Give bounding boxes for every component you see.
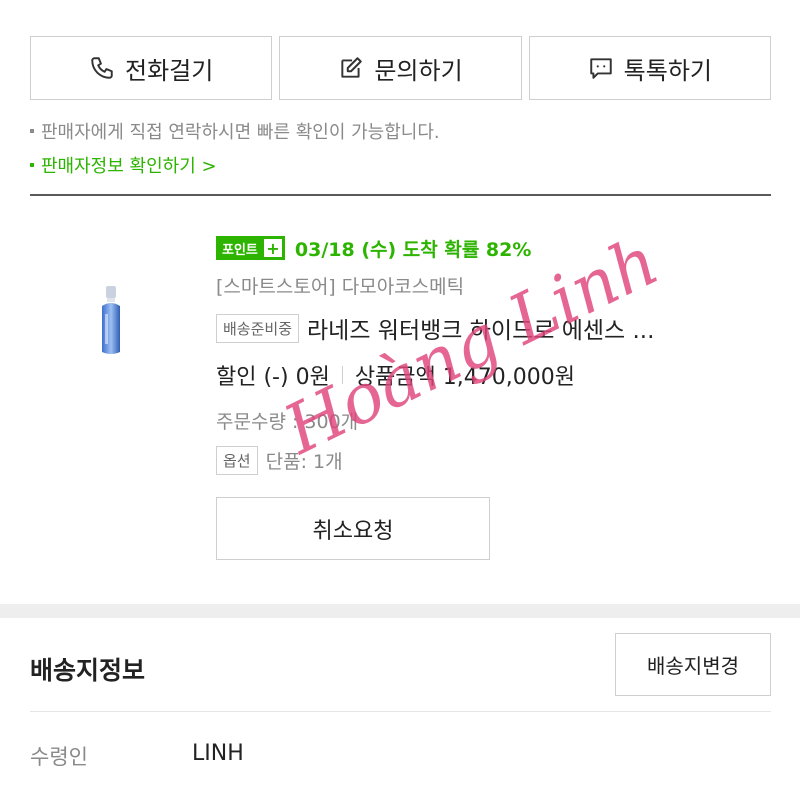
- plus-icon: +: [263, 239, 282, 258]
- shipping-info-title: 배송지정보: [30, 656, 146, 685]
- arrival-row: 포인트 + 03/18 (수) 도착 확률 82%: [216, 234, 771, 262]
- talk-button-label: 톡톡하기: [623, 56, 712, 85]
- direct-contact-notice: 판매자에게 직접 연락하시면 빠른 확인이 가능합니다.: [30, 118, 440, 144]
- call-button[interactable]: 전화걸기: [30, 36, 273, 100]
- discount-text: 할인 (-) 0원: [216, 365, 330, 390]
- inquiry-button-label: 문의하기: [374, 56, 463, 85]
- seller-contact-buttons: 전화걸기 문의하기 톡톡하기: [30, 36, 771, 100]
- option-value: 단품: 1개: [265, 451, 343, 473]
- arrival-estimate: 03/18 (수) 도착 확률 82%: [294, 238, 532, 261]
- cancel-request-button[interactable]: 취소요청: [216, 497, 490, 560]
- chat-icon: [589, 58, 612, 79]
- section-gap: [0, 604, 800, 618]
- talk-button[interactable]: 톡톡하기: [528, 36, 771, 100]
- point-badge: 포인트 +: [216, 236, 285, 260]
- change-address-button[interactable]: 배송지변경: [615, 633, 771, 696]
- product-name[interactable]: 라네즈 워터뱅크 하이드로 에센스 ...: [307, 311, 654, 345]
- product-thumbnail[interactable]: [96, 284, 126, 358]
- order-quantity: 주문수량 : 300개: [216, 411, 359, 433]
- price-row: 할인 (-) 0원 상품금액 1,470,000원: [216, 359, 771, 391]
- receiver-label: 수령인: [30, 745, 88, 769]
- receiver-value: LINH: [192, 741, 244, 766]
- change-address-label: 배송지변경: [647, 654, 739, 678]
- product-price: 상품금액 1,470,000원: [354, 365, 575, 390]
- status-badge: 배송준비중: [216, 313, 300, 343]
- option-badge: 옵션: [216, 446, 258, 475]
- inquiry-button[interactable]: 문의하기: [279, 36, 522, 100]
- seller-info-link[interactable]: 판매자정보 확인하기 >: [30, 152, 217, 178]
- bullet-icon: [30, 163, 34, 167]
- order-item: 포인트 + 03/18 (수) 도착 확률 82% [스마트스토어] 다모아코스…: [216, 234, 771, 560]
- bullet-icon: [30, 129, 34, 133]
- shipping-divider: [30, 711, 771, 712]
- call-button-label: 전화걸기: [125, 56, 214, 85]
- cancel-request-label: 취소요청: [312, 518, 394, 544]
- point-badge-label: 포인트: [222, 242, 258, 258]
- option-row: 옵션 단품: 1개: [216, 446, 771, 475]
- edit-icon: [341, 57, 363, 78]
- product-row: 배송준비중 라네즈 워터뱅크 하이드로 에센스 ...: [216, 311, 771, 345]
- store-name[interactable]: [스마트스토어] 다모아코스메틱: [216, 272, 771, 299]
- phone-icon: [91, 57, 113, 79]
- seller-info-link-text: 판매자정보 확인하기 >: [41, 156, 217, 177]
- direct-contact-text: 판매자에게 직접 연락하시면 빠른 확인이 가능합니다.: [41, 122, 440, 143]
- section-divider: [30, 194, 771, 196]
- price-separator: [341, 366, 343, 384]
